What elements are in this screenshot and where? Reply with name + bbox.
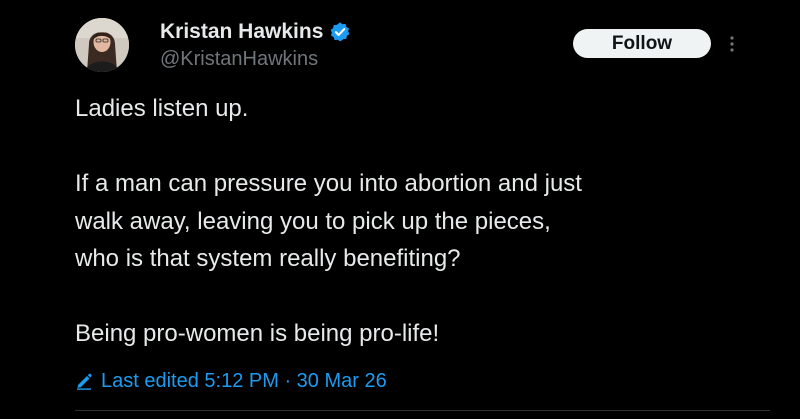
tweet-line: who is that system really benefiting? bbox=[75, 245, 461, 272]
tweet-text: Ladies listen up. If a man can pressure … bbox=[75, 90, 765, 353]
more-vertical-icon[interactable] bbox=[726, 32, 738, 56]
author-display-name[interactable]: Kristan Hawkins bbox=[160, 20, 323, 44]
pencil-icon bbox=[75, 372, 93, 390]
tweet-card: Kristan Hawkins @KristanHawkins Follow L… bbox=[0, 0, 800, 419]
author-name-row: Kristan Hawkins bbox=[160, 18, 351, 46]
last-edited-label: Last edited 5:12 PM · 30 Mar 26 bbox=[101, 369, 387, 392]
divider bbox=[75, 410, 770, 411]
tweet-line: If a man can pressure you into abortion … bbox=[75, 170, 582, 197]
author-handle[interactable]: @KristanHawkins bbox=[160, 48, 318, 71]
tweet-line: walk away, leaving you to pick up the pi… bbox=[75, 207, 551, 235]
tweet-line: Being pro-women is being pro-life! bbox=[75, 320, 440, 347]
tweet-line: Ladies listen up. bbox=[75, 95, 249, 122]
follow-button[interactable]: Follow bbox=[573, 29, 711, 58]
profile-photo bbox=[75, 18, 129, 72]
verified-badge-icon bbox=[329, 21, 351, 43]
last-edited-link[interactable]: Last edited 5:12 PM · 30 Mar 26 bbox=[75, 366, 387, 396]
avatar[interactable] bbox=[75, 18, 129, 72]
